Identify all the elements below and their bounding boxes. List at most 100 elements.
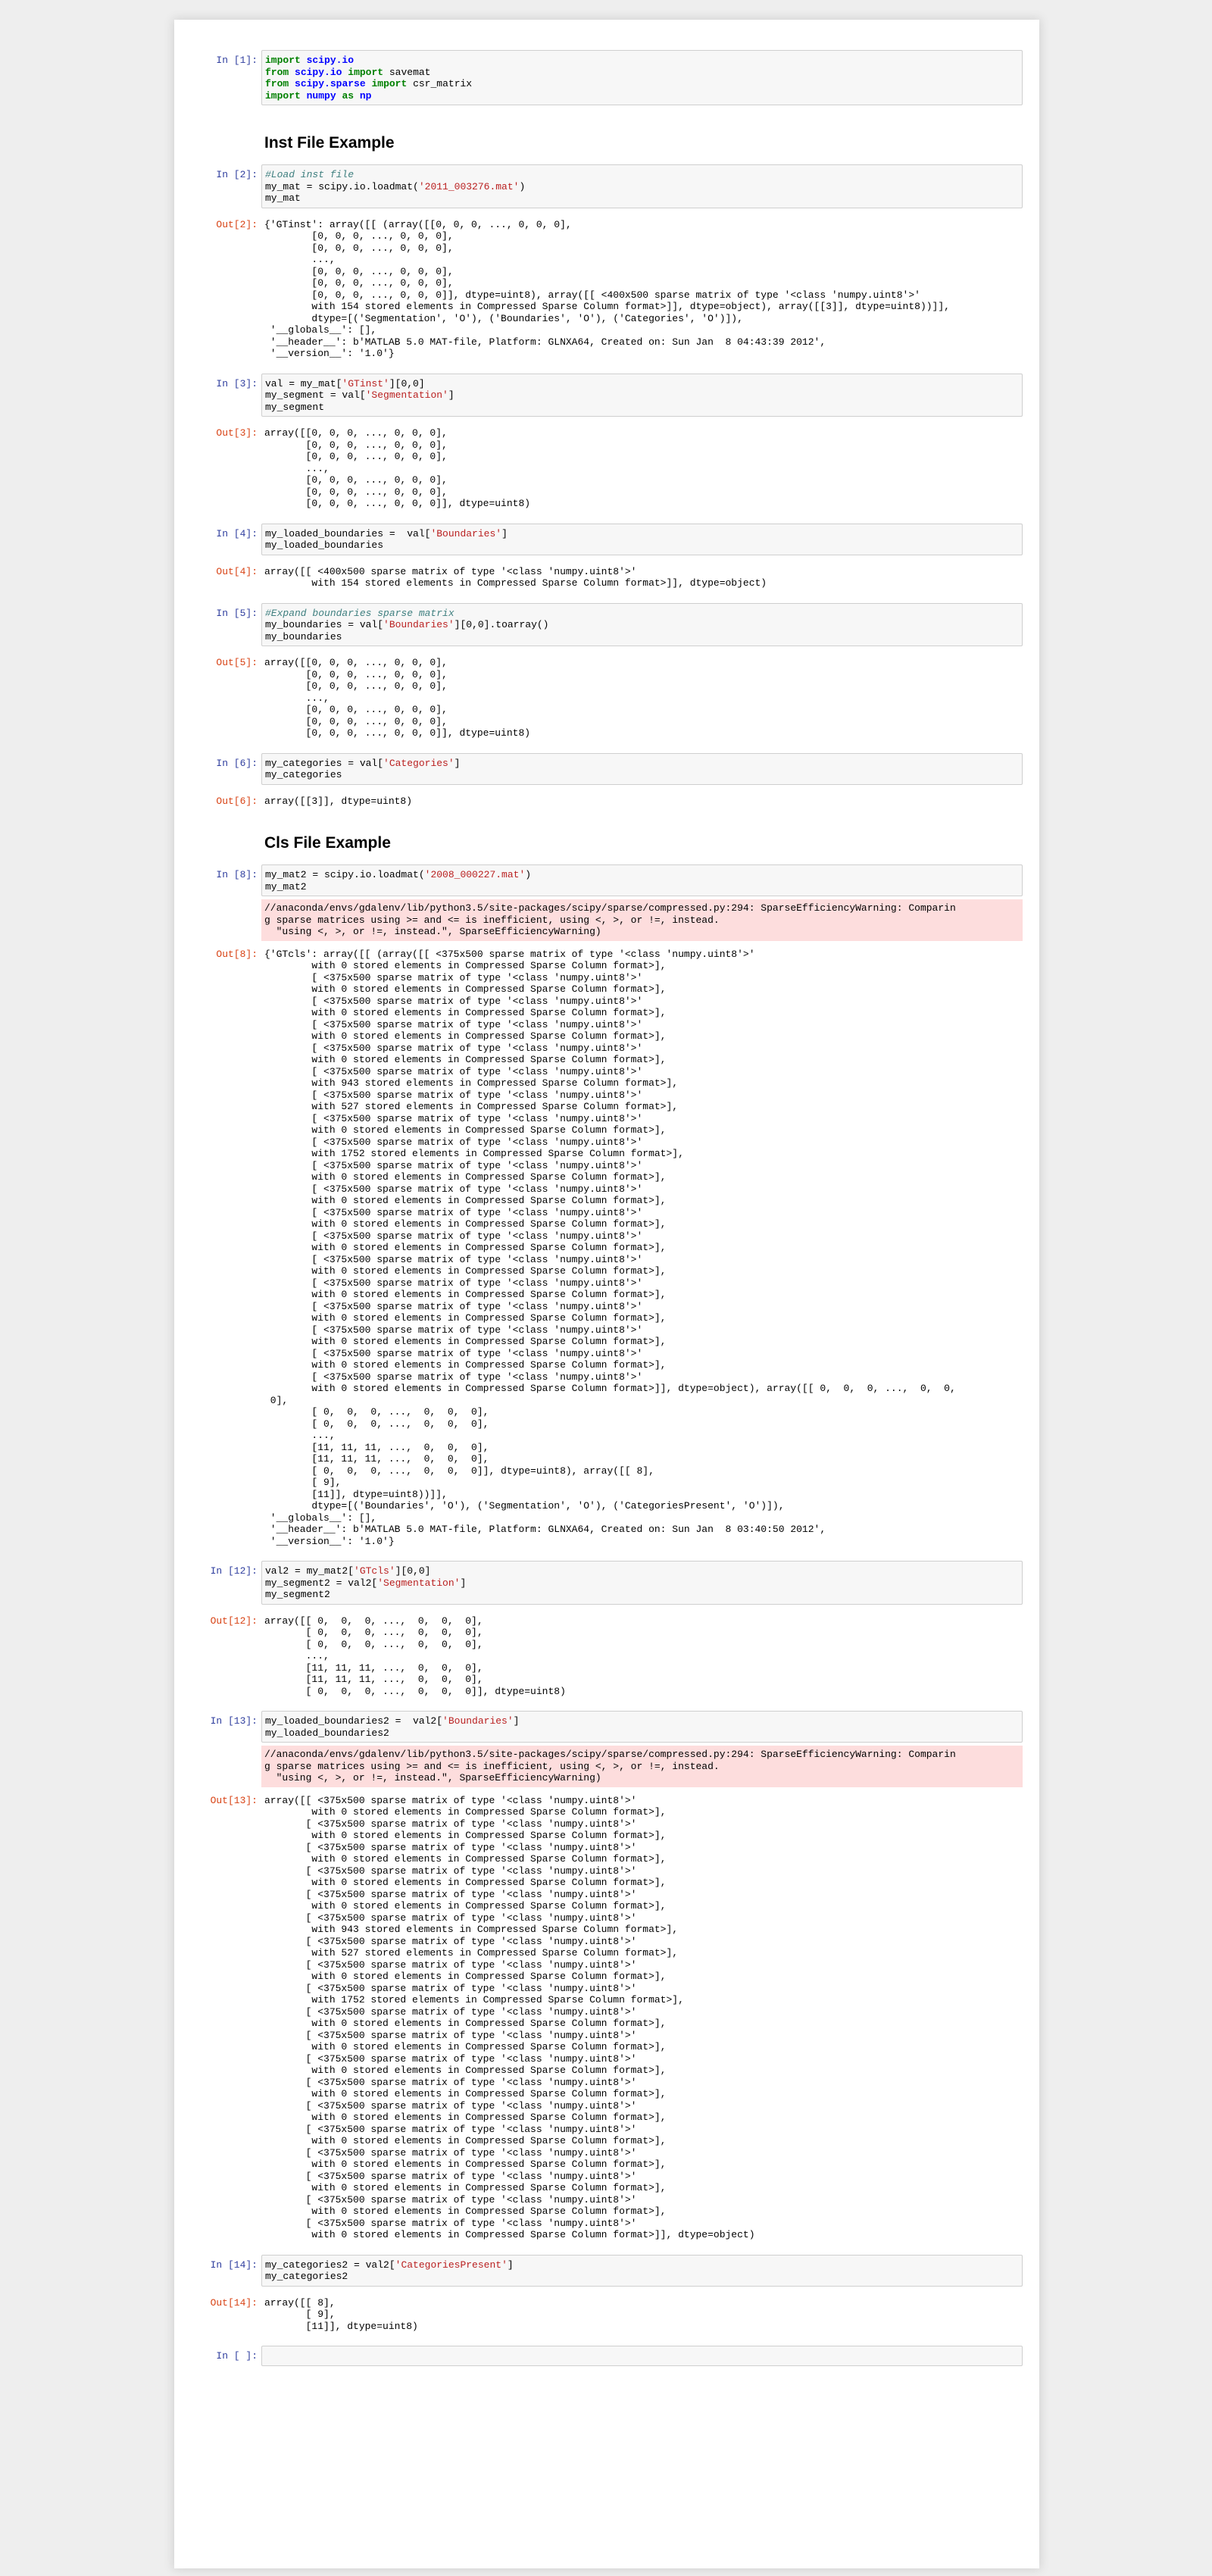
code-token: import <box>348 66 384 78</box>
code-token: import <box>371 78 408 89</box>
code-token: 'CategoriesPresent' <box>395 2259 508 2271</box>
output-area: array([[3]], dtype=uint8) <box>264 795 413 807</box>
code-token: val2 = my_mat2[ <box>265 1565 355 1577</box>
output-prompt: Out[2]: <box>216 218 258 230</box>
code-input-area[interactable] <box>261 2346 1023 2366</box>
input-prompt: In [2]: <box>216 169 258 180</box>
code-token: my_loaded_boundaries2 <box>265 1727 389 1739</box>
output-prompt: Out[13]: <box>210 1794 258 1806</box>
code-token: import <box>265 55 301 66</box>
stderr-warning: //anaconda/envs/gdalenv/lib/python3.5/si… <box>261 899 1023 941</box>
code-token: my_segment <box>265 401 325 413</box>
code-input-area[interactable]: #Expand boundaries sparse matrix my_boun… <box>261 602 1023 646</box>
section-heading: Cls File Example <box>264 834 391 852</box>
code-token: ][0,0].toarray() <box>454 619 549 630</box>
code-token: np <box>359 89 372 102</box>
code-token: csr_matrix <box>407 78 473 89</box>
code-token: ] <box>448 389 454 401</box>
stderr-warning: //anaconda/envs/gdalenv/lib/python3.5/si… <box>261 1746 1023 1787</box>
output-prompt: Out[8]: <box>216 948 258 960</box>
code-token: import <box>265 89 301 102</box>
code-token: my_categories2 <box>265 2271 348 2282</box>
code-input-area[interactable]: import scipy.io from scipy.io import sav… <box>261 50 1023 105</box>
output-area: array([[0, 0, 0, ..., 0, 0, 0], [0, 0, 0… <box>264 657 531 739</box>
input-prompt: In [ ]: <box>216 2350 258 2362</box>
code-token: 'Boundaries' <box>383 619 454 630</box>
code-token: 'Boundaries' <box>442 1715 514 1727</box>
code-token: my_loaded_boundaries <box>265 539 384 551</box>
notebook-container: In [1]: import scipy.io from scipy.io imp… <box>174 20 1039 2568</box>
code-token: 'GTcls' <box>354 1565 395 1577</box>
code-token: #Expand boundaries sparse matrix <box>265 607 454 619</box>
code-token: ) <box>525 869 532 880</box>
code-input-area[interactable]: my_mat2 = scipy.io.loadmat('2008_000227.… <box>261 864 1023 896</box>
code-token: my_segment = val[ <box>265 389 366 401</box>
code-token: ][0,0] <box>395 1565 431 1577</box>
code-token: '2011_003276.mat' <box>418 180 520 192</box>
input-prompt: In [8]: <box>216 869 258 880</box>
input-prompt: In [1]: <box>216 55 258 66</box>
output-area: array([[0, 0, 0, ..., 0, 0, 0], [0, 0, 0… <box>264 427 531 509</box>
code-token: scipy.io <box>306 55 355 66</box>
code-token: #Load inst file <box>265 169 355 180</box>
output-area: array([[ 8], [ 9], [11]], dtype=uint8) <box>264 2296 418 2332</box>
code-token: 'Segmentation' <box>365 389 448 401</box>
code-token: my_boundaries <box>265 630 342 642</box>
code-token: my_categories = val[ <box>265 757 384 769</box>
code-token: ) <box>519 180 526 192</box>
input-prompt: In [14]: <box>210 2259 258 2271</box>
code-token: numpy <box>306 89 336 102</box>
code-token: 'Categories' <box>383 757 454 769</box>
input-prompt: In [4]: <box>216 527 258 539</box>
code-token: ] <box>460 1577 467 1589</box>
section-heading: Inst File Example <box>264 134 395 152</box>
code-token: ] <box>507 2259 514 2271</box>
output-prompt: Out[6]: <box>216 795 258 807</box>
code-token: ] <box>501 527 508 539</box>
code-token: my_loaded_boundaries2 = val2[ <box>265 1715 443 1727</box>
output-prompt: Out[14]: <box>210 2296 258 2309</box>
code-input-area[interactable]: val2 = my_mat2['GTcls'][0,0] my_segment2… <box>261 1561 1023 1605</box>
output-area: array([[ 0, 0, 0, ..., 0, 0, 0], [ 0, 0,… <box>264 1615 566 1697</box>
code-token: ] <box>513 1715 520 1727</box>
code-token: 'Segmentation' <box>377 1577 461 1589</box>
code-token: ][0,0] <box>389 377 425 389</box>
code-token: scipy.sparse <box>295 78 366 89</box>
code-input-area[interactable]: my_categories = val['Categories'] my_cat… <box>261 752 1023 785</box>
code-token: my_mat = scipy.io.loadmat( <box>265 180 419 192</box>
code-token: my_loaded_boundaries = val[ <box>265 527 431 539</box>
code-token: ] <box>454 757 461 769</box>
code-token: from <box>265 78 289 89</box>
code-token: savemat <box>383 66 431 78</box>
code-input-area[interactable]: my_loaded_boundaries2 = val2['Boundaries… <box>261 1711 1023 1743</box>
output-area: array([[ <375x500 sparse matrix of type … <box>264 1794 755 2241</box>
code-input-area[interactable]: my_categories2 = val2['CategoriesPresent… <box>261 2254 1023 2287</box>
input-prompt: In [3]: <box>216 377 258 389</box>
code-input-area[interactable]: my_loaded_boundaries = val['Boundaries']… <box>261 523 1023 555</box>
code-input-area[interactable]: #Load inst file my_mat = scipy.io.loadma… <box>261 164 1023 208</box>
code-token: from <box>265 66 289 78</box>
code-token: my_boundaries = val[ <box>265 619 384 630</box>
code-token: my_categories2 = val2[ <box>265 2259 395 2271</box>
output-prompt: Out[4]: <box>216 565 258 577</box>
output-prompt: Out[5]: <box>216 657 258 668</box>
input-prompt: In [12]: <box>210 1565 258 1577</box>
output-area: {'GTinst': array([[ (array([[0, 0, 0, ..… <box>264 218 950 360</box>
output-prompt: Out[3]: <box>216 427 258 439</box>
code-token: my_mat2 = scipy.io.loadmat( <box>265 869 425 880</box>
output-area: {'GTcls': array([[ (array([[ <375x500 sp… <box>264 948 956 1547</box>
code-token: my_mat <box>265 192 301 204</box>
input-prompt: In [6]: <box>216 757 258 769</box>
code-input-area[interactable]: val = my_mat['GTinst'][0,0] my_segment =… <box>261 373 1023 417</box>
code-token: scipy.io <box>295 66 342 78</box>
input-prompt: In [5]: <box>216 607 258 619</box>
input-prompt: In [13]: <box>210 1715 258 1727</box>
code-token: my_categories <box>265 769 342 780</box>
output-prompt: Out[12]: <box>210 1615 258 1627</box>
code-token: as <box>342 89 355 102</box>
